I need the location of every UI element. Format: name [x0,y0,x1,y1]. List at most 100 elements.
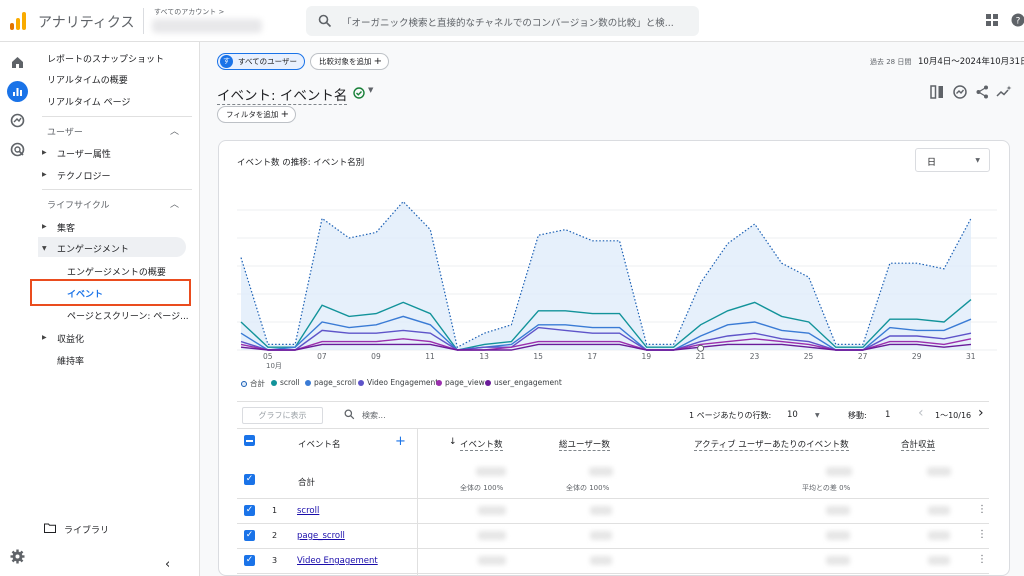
legend-item[interactable]: page_view [436,378,485,387]
legend-label: user_engagement [494,378,562,387]
trend-sparkle-icon[interactable] [996,85,1012,99]
col-events-per-active-user[interactable]: アクティブ ユーザーあたりのイベント数 [694,438,849,451]
add-comparison-label: 比較対象を追加 [319,57,372,66]
advertising-icon[interactable] [9,141,26,158]
row-checkbox[interactable]: ✓ [244,505,255,516]
x-tick-label: 09 [371,352,381,361]
nav-retention[interactable]: 維持率 [57,354,84,367]
nav-monetization[interactable]: 収益化 [57,332,84,345]
date-range-picker[interactable]: 10月4日～2024年10月31日 [918,55,1024,67]
select-all-checkbox[interactable] [244,435,255,446]
chevron-up-icon[interactable]: ︿ [170,197,179,210]
legend-item[interactable]: page_scroll [305,378,356,387]
search-input[interactable]: 「オーガニック検索と直接的なチャネルでのコンバージョン数の比較」と検... [342,15,692,29]
analytics-logo-icon[interactable] [10,12,26,30]
add-comparison-button[interactable]: 比較対象を追加 + [310,53,389,70]
col-total-revenue[interactable]: 合計収益 [901,438,936,451]
nav-events[interactable]: イベント [67,287,103,300]
insights-icon[interactable] [953,85,967,99]
check-circle-icon[interactable] [353,87,365,99]
granularity-select[interactable]: 日 ▼ [915,148,990,172]
all-users-chip[interactable]: す すべてのユーザー [217,53,305,70]
nav-engagement-overview[interactable]: エンゲージメントの概要 [67,265,166,278]
caret-down-icon[interactable]: ▼ [42,245,47,252]
legend-swatch [241,381,247,387]
nav-user-attributes[interactable]: ユーザー属性 [57,147,111,160]
event-name-link[interactable]: scroll [297,506,319,516]
row-checkbox[interactable]: ✓ [244,530,255,541]
account-breadcrumb[interactable]: すべてのアカウント > [154,7,224,17]
col-event-name[interactable]: イベント名 [298,438,341,450]
caret-right-icon[interactable]: ▶ [42,334,47,341]
col-event-count[interactable]: イベント数 [460,438,503,451]
legend-item[interactable]: Video Engagement [358,378,438,387]
next-page-icon[interactable]: › [978,405,984,421]
nav-realtime-pages[interactable]: リアルタイム ページ [47,95,130,108]
account-property-name[interactable] [152,19,262,33]
legend-swatch [271,380,277,386]
nav-realtime-overview[interactable]: リアルタイムの概要 [47,73,128,86]
event-name-link[interactable]: page_scroll [297,531,345,541]
total-checkbox[interactable]: ✓ [244,474,255,485]
nav-section-user[interactable]: ユーザー [47,125,83,138]
nav-technology[interactable]: テクノロジー [57,169,110,182]
goto-input[interactable]: 1 [885,410,890,420]
row-more-menu-icon[interactable]: ⋮ [977,529,987,540]
add-dimension-plus-icon[interactable]: + [395,434,406,449]
title-dropdown-icon[interactable]: ▼ [368,86,373,94]
col-total-users[interactable]: 総ユーザー数 [559,438,610,451]
compare-columns-icon[interactable] [930,85,944,99]
nav-acquisition[interactable]: 集客 [57,221,75,234]
svg-text:?: ? [1016,17,1021,27]
caret-right-icon[interactable]: ▶ [42,223,47,230]
row-revenue [928,531,950,540]
table-search-input[interactable]: 検索... [362,410,386,421]
apps-grid-icon[interactable] [986,14,998,26]
show-in-chart-button[interactable]: グラフに表示 [242,407,323,424]
collapse-chevron-icon[interactable]: ‹ [165,557,170,572]
row-checkbox[interactable]: ✓ [244,555,255,566]
home-icon[interactable] [9,54,26,71]
chevron-down-icon[interactable]: ▼ [815,412,820,419]
line-chart [237,200,997,352]
nav-engagement[interactable]: エンゲージメント [57,242,129,255]
granularity-value: 日 [927,158,937,168]
row-more-menu-icon[interactable]: ⋮ [977,554,987,565]
x-tick-label: 31 [966,352,976,361]
legend-item[interactable]: user_engagement [485,378,562,387]
nav-section-lifecycle[interactable]: ライフサイクル [47,198,110,211]
x-tick-label: 07 [317,352,327,361]
explore-icon[interactable] [9,112,26,129]
divider [42,189,192,190]
row-event-count [478,531,506,540]
nav-library[interactable]: ライブラリ [64,523,109,536]
sort-arrow-down-icon[interactable]: ↓ [449,437,457,447]
row-events-per-user [826,531,850,540]
caret-right-icon[interactable]: ▶ [42,171,47,178]
row-more-menu-icon[interactable]: ⋮ [977,504,987,515]
event-name-link[interactable]: Video Engagement [297,556,378,566]
divider [42,116,192,117]
search-box[interactable]: 「オーガニック検索と直接的なチャネルでのコンバージョン数の比較」と検... [306,6,699,36]
legend-label: page_scroll [314,378,357,387]
hover-point[interactable] [697,344,705,352]
nav-reports-snapshot[interactable]: レポートのスナップショット [47,52,164,65]
rows-per-page-select[interactable]: 10 [787,410,798,420]
table-toolbar-divider [237,401,989,402]
reports-icon[interactable] [7,81,28,102]
add-filter-button[interactable]: フィルタを追加 + [217,106,296,123]
admin-gear-icon[interactable] [9,548,26,565]
help-icon[interactable]: ? [1011,13,1024,27]
left-rail [0,42,34,576]
share-icon[interactable] [976,85,989,99]
search-icon [318,14,332,28]
nav-pages-screens[interactable]: ページとスクリーン: ページ... [67,309,189,322]
row-total-users [590,531,612,540]
legend-item[interactable]: scroll [271,378,300,387]
caret-right-icon[interactable]: ▶ [42,149,47,156]
chevron-up-icon[interactable]: ︿ [170,124,179,137]
legend-item[interactable]: 合計 [241,378,265,389]
legend-swatch [436,380,442,386]
prev-page-icon[interactable]: ‹ [918,405,924,421]
total-pct-events: 全体の 100% [460,484,504,492]
